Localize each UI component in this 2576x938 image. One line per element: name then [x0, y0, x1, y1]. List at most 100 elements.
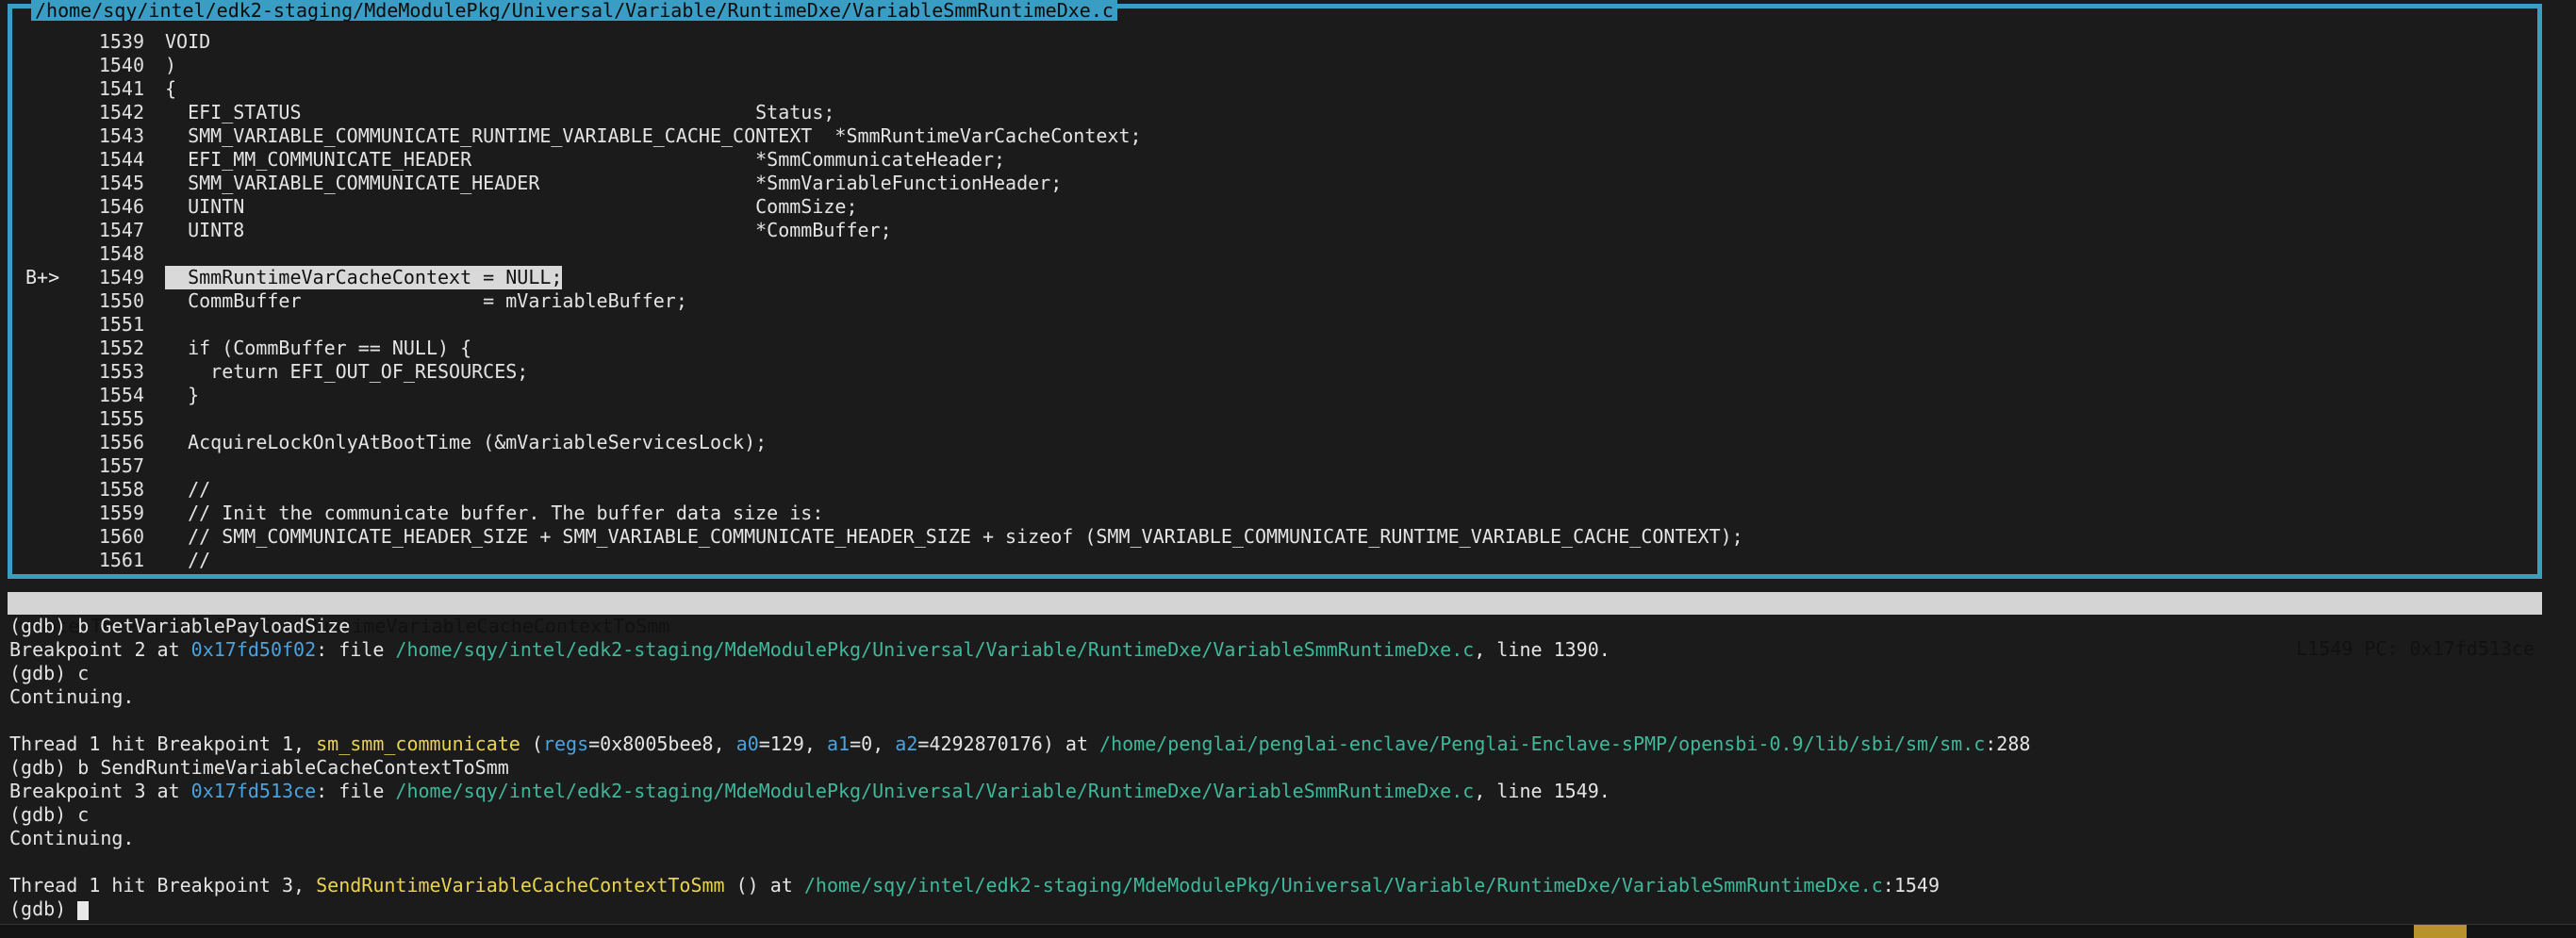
line-code: // — [165, 549, 211, 571]
console-text: , line 1390. — [1474, 638, 1610, 661]
line-code: ) — [165, 54, 177, 76]
console-text: ( — [520, 732, 543, 755]
line-number: 1556 — [98, 431, 144, 453]
line-number: 1557 — [98, 454, 144, 477]
source-line[interactable]: 1544 EFI_MM_COMMUNICATE_HEADER *SmmCommu… — [22, 148, 2528, 172]
console-line: Breakpoint 2 at 0x17fd50f02: file /home/… — [9, 638, 2567, 662]
console-line: Thread 1 hit Breakpoint 3, SendRuntimeVa… — [9, 874, 2567, 897]
source-line[interactable]: 1553 return EFI_OUT_OF_RESOURCES; — [22, 360, 2528, 384]
console-function: sm_smm_communicate — [316, 732, 520, 755]
console-file-path: /home/sqy/intel/edk2-staging/MdeModulePk… — [395, 638, 1475, 661]
line-code: SMM_VARIABLE_COMMUNICATE_HEADER *SmmVari… — [165, 172, 1063, 194]
console-text: Breakpoint 3 at — [9, 780, 191, 802]
line-number: 1551 — [98, 313, 144, 336]
console-text: , line 1549. — [1474, 780, 1610, 802]
line-number: 1541 — [98, 77, 144, 100]
gdb-prompt: (gdb) — [9, 897, 78, 920]
console-text: Thread 1 hit Breakpoint 1, — [9, 732, 317, 755]
line-number: 1550 — [98, 289, 144, 312]
source-line[interactable]: 1551 — [22, 313, 2528, 337]
console-arg: a1 — [827, 732, 850, 755]
console-text: =4292870176) at — [917, 732, 1100, 755]
line-code: CommBuffer = mVariableBuffer; — [165, 289, 687, 312]
source-code-view[interactable]: 1539 VOID 1540) 1541{1542 EFI_STATUS Status… — [22, 30, 2528, 572]
line-code: // Init the communicate buffer. The buff… — [165, 502, 824, 524]
line-code: if (CommBuffer == NULL) { — [165, 337, 472, 359]
line-number: 1546 — [98, 195, 144, 218]
line-code: SMM_VARIABLE_COMMUNICATE_RUNTIME_VARIABL… — [165, 124, 1142, 147]
console-address: 0x17fd513ce — [190, 780, 317, 802]
gdb-console[interactable]: (gdb) b GetVariablePayloadSize Breakpoin… — [9, 615, 2567, 921]
source-window: /home/sqy/intel/edk2-staging/MdeModulePk… — [8, 0, 2542, 579]
gdb-prompt-line[interactable]: (gdb) — [9, 897, 2567, 921]
source-line[interactable]: 1552 if (CommBuffer == NULL) { — [22, 337, 2528, 360]
console-arg: regs — [542, 732, 589, 755]
console-address: 0x17fd50f02 — [190, 638, 317, 661]
source-line[interactable]: B+> 1549 SmmRuntimeVarCacheContext = NULL… — [22, 266, 2528, 289]
console-file-path: /home/penglai/penglai-enclave/Penglai-En… — [1099, 732, 1986, 755]
console-text: : file — [316, 638, 396, 661]
breakpoint-marker: B+> — [25, 266, 60, 288]
console-text: () at — [724, 874, 804, 897]
console-text: Breakpoint 2 at — [9, 638, 191, 661]
gdb-status-bar: remote Thread 1.1 In: SendRuntimeVariabl… — [8, 592, 2542, 660]
source-line[interactable]: 1546 UINTN CommSize; — [22, 195, 2528, 219]
line-number: 1559 — [98, 502, 144, 524]
source-line[interactable]: 1561 // — [22, 549, 2528, 572]
console-line: Continuing. — [9, 685, 135, 708]
source-line[interactable]: 1545 SMM_VARIABLE_COMMUNICATE_HEADER *Sm… — [22, 172, 2528, 195]
line-number: 1547 — [98, 219, 144, 241]
console-line: (gdb) c — [9, 803, 90, 826]
source-line[interactable]: 1558 // — [22, 478, 2528, 502]
line-number: 1539 — [98, 30, 144, 53]
line-code: AcquireLockOnlyAtBootTime (&mVariableSer… — [165, 431, 768, 453]
source-line[interactable]: 1557 — [22, 454, 2528, 478]
source-file-title: /home/sqy/intel/edk2-staging/MdeModulePk… — [31, 0, 1117, 21]
source-line[interactable]: 1555 — [22, 407, 2528, 431]
console-text: :1549 — [1882, 874, 1940, 897]
status-chip — [2414, 925, 2467, 938]
source-line[interactable]: 1540) — [22, 54, 2528, 77]
line-code: UINTN CommSize; — [165, 195, 858, 218]
line-code: UINT8 *CommBuffer; — [165, 219, 892, 241]
source-line[interactable]: 1554 } — [22, 384, 2528, 407]
console-text: =129, — [758, 732, 828, 755]
source-line[interactable]: 1543 SMM_VARIABLE_COMMUNICATE_RUNTIME_VA… — [22, 124, 2528, 148]
console-function: SendRuntimeVariableCacheContextToSmm — [316, 874, 725, 897]
line-number: 1553 — [98, 360, 144, 383]
console-text: =0x8005bee8, — [588, 732, 736, 755]
line-number: 1544 — [98, 148, 144, 171]
console-text: :288 — [1985, 732, 2031, 755]
text-cursor — [77, 900, 90, 920]
line-number: 1560 — [98, 525, 144, 548]
source-line[interactable]: 1547 UINT8 *CommBuffer; — [22, 219, 2528, 242]
console-line: (gdb) c — [9, 662, 90, 684]
console-arg: a2 — [895, 732, 918, 755]
source-line[interactable]: 1550 CommBuffer = mVariableBuffer; — [22, 289, 2528, 313]
line-number: 1561 — [98, 549, 144, 571]
line-code: // — [165, 478, 211, 501]
line-number: 1554 — [98, 384, 144, 406]
source-line[interactable]: 1542 EFI_STATUS Status; — [22, 101, 2528, 124]
console-line: Continuing. — [9, 827, 135, 849]
console-line: Thread 1 hit Breakpoint 1, sm_smm_commun… — [9, 732, 2567, 756]
terminal-bottom-strip — [0, 924, 2576, 938]
line-number: 1552 — [98, 337, 144, 359]
source-line[interactable]: 1539 VOID — [22, 30, 2528, 54]
console-arg: a0 — [735, 732, 759, 755]
source-line[interactable]: 1560 // SMM_COMMUNICATE_HEADER_SIZE + SM… — [22, 525, 2528, 549]
line-number: 1543 — [98, 124, 144, 147]
console-line: (gdb) b GetVariablePayloadSize — [9, 615, 351, 637]
source-line[interactable]: 1556 AcquireLockOnlyAtBootTime (&mVariab… — [22, 431, 2528, 454]
console-text: Thread 1 hit Breakpoint 3, — [9, 874, 317, 897]
source-line[interactable]: 1559 // Init the communicate buffer. The… — [22, 502, 2528, 525]
line-code: VOID — [165, 30, 211, 53]
line-number: 1555 — [98, 407, 144, 430]
line-code: // SMM_COMMUNICATE_HEADER_SIZE + SMM_VAR… — [165, 525, 1743, 548]
line-number: 1549 — [98, 266, 144, 288]
source-line[interactable]: 1541 { — [22, 77, 2528, 101]
source-line[interactable]: 1548 — [22, 242, 2528, 266]
line-code: EFI_MM_COMMUNICATE_HEADER *SmmCommunicat… — [165, 148, 1006, 171]
